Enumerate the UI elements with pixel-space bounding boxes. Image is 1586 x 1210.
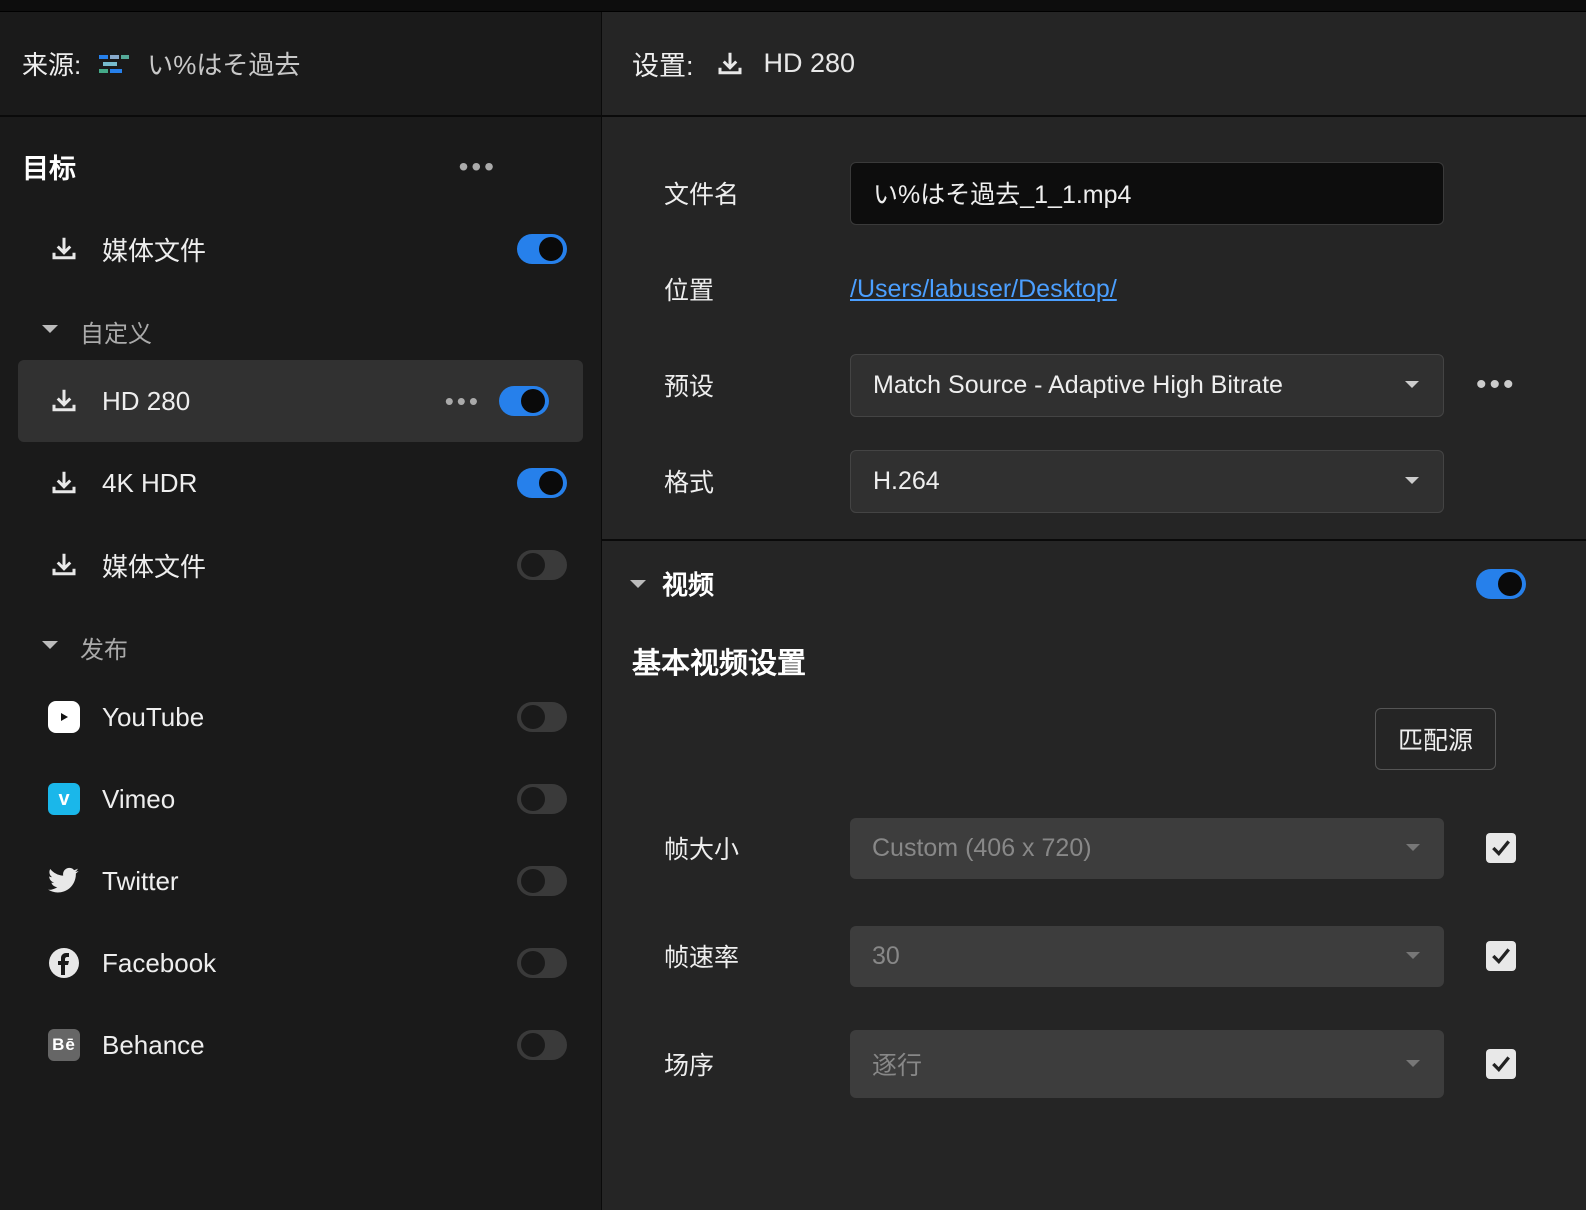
filename-input[interactable]	[850, 162, 1444, 225]
download-icon	[46, 550, 82, 580]
settings-header: 设置: HD 280	[602, 12, 1586, 117]
publish-section-label: 发布	[80, 630, 128, 665]
preset-label: 预设	[664, 367, 850, 403]
filename-label: 文件名	[664, 175, 850, 211]
chevron-down-icon	[1403, 475, 1421, 487]
chevron-down-icon	[628, 577, 648, 591]
frame-rate-select[interactable]: 30	[850, 926, 1444, 987]
publish-section-header[interactable]: 发布	[0, 606, 601, 676]
field-order-label: 场序	[664, 1046, 850, 1082]
frame-size-match-checkbox[interactable]	[1486, 833, 1516, 863]
vimeo-toggle[interactable]	[517, 784, 567, 814]
download-icon	[46, 234, 82, 264]
hd-280-toggle[interactable]	[499, 386, 549, 416]
destination-label: 媒体文件	[102, 547, 517, 584]
settings-label: 设置:	[632, 44, 694, 83]
behance-icon: Bē	[46, 1029, 82, 1061]
destinations-panel: 来源: い%はそ過去 目标 ••• 媒体文件 自定义	[0, 12, 602, 1210]
publish-twitter[interactable]: Twitter	[0, 840, 601, 922]
publish-label: Facebook	[102, 948, 517, 979]
publish-behance[interactable]: Bē Behance	[0, 1004, 601, 1086]
frame-size-value: Custom (406 x 720)	[872, 834, 1092, 863]
youtube-icon	[46, 701, 82, 733]
item-menu-button[interactable]: •••	[445, 386, 481, 417]
destination-label: 媒体文件	[102, 231, 517, 268]
publish-label: Twitter	[102, 866, 517, 897]
destination-media-file-2[interactable]: 媒体文件	[0, 524, 601, 606]
frame-rate-label: 帧速率	[664, 938, 850, 974]
publish-label: YouTube	[102, 702, 517, 733]
preset-value: Match Source - Adaptive High Bitrate	[873, 371, 1283, 400]
settings-panel: 设置: HD 280 文件名 位置 /Users/labuser/Desktop…	[602, 12, 1586, 1210]
source-label: 来源:	[22, 45, 81, 82]
chevron-down-icon	[1403, 379, 1421, 391]
preset-more-button[interactable]: •••	[1476, 368, 1517, 402]
publish-label: Behance	[102, 1030, 517, 1061]
chevron-down-icon	[40, 638, 62, 657]
location-label: 位置	[664, 271, 850, 307]
download-icon	[712, 49, 748, 79]
destinations-menu-button[interactable]: •••	[459, 151, 579, 183]
youtube-toggle[interactable]	[517, 702, 567, 732]
custom-section-header[interactable]: 自定义	[0, 290, 601, 360]
format-value: H.264	[873, 467, 940, 496]
field-order-select[interactable]: 逐行	[850, 1030, 1444, 1098]
behance-toggle[interactable]	[517, 1030, 567, 1060]
destination-hd-280[interactable]: HD 280 •••	[18, 360, 583, 442]
media-file-2-toggle[interactable]	[517, 550, 567, 580]
frame-rate-value: 30	[872, 942, 900, 971]
chevron-down-icon	[1404, 950, 1422, 962]
custom-section-label: 自定义	[80, 314, 152, 349]
twitter-icon	[46, 867, 82, 895]
current-preset-name: HD 280	[764, 48, 856, 79]
chevron-down-icon	[1404, 1058, 1422, 1070]
destination-4k-hdr[interactable]: 4K HDR	[0, 442, 601, 524]
destination-media-file[interactable]: 媒体文件	[0, 208, 601, 290]
field-order-match-checkbox[interactable]	[1486, 1049, 1516, 1079]
publish-vimeo[interactable]: v Vimeo	[0, 758, 601, 840]
destination-label: HD 280	[102, 386, 445, 417]
frame-size-label: 帧大小	[664, 830, 850, 866]
basic-video-settings-heading: 基本视频设置	[602, 622, 1586, 708]
video-section-title: 视频	[662, 565, 714, 602]
destination-label: 4K HDR	[102, 468, 517, 499]
source-header: 来源: い%はそ過去	[0, 12, 601, 117]
sequence-icon	[99, 51, 129, 77]
format-select[interactable]: H.264	[850, 450, 1444, 513]
publish-youtube[interactable]: YouTube	[0, 676, 601, 758]
video-toggle[interactable]	[1476, 569, 1526, 599]
chevron-down-icon	[1404, 842, 1422, 854]
format-label: 格式	[664, 463, 850, 499]
vimeo-icon: v	[46, 783, 82, 815]
video-section-header[interactable]: 视频	[628, 565, 714, 602]
source-name: い%はそ過去	[147, 45, 300, 82]
preset-select[interactable]: Match Source - Adaptive High Bitrate	[850, 354, 1444, 417]
4k-hdr-toggle[interactable]	[517, 468, 567, 498]
twitter-toggle[interactable]	[517, 866, 567, 896]
download-icon	[46, 386, 82, 416]
frame-size-select[interactable]: Custom (406 x 720)	[850, 818, 1444, 879]
publish-facebook[interactable]: Facebook	[0, 922, 601, 1004]
frame-rate-match-checkbox[interactable]	[1486, 941, 1516, 971]
match-source-button[interactable]: 匹配源	[1375, 708, 1496, 770]
field-order-value: 逐行	[872, 1046, 922, 1082]
publish-label: Vimeo	[102, 784, 517, 815]
destinations-title: 目标	[22, 147, 76, 186]
facebook-toggle[interactable]	[517, 948, 567, 978]
media-file-toggle[interactable]	[517, 234, 567, 264]
chevron-down-icon	[40, 322, 62, 341]
location-link[interactable]: /Users/labuser/Desktop/	[850, 275, 1117, 304]
download-icon	[46, 468, 82, 498]
facebook-icon	[46, 947, 82, 979]
